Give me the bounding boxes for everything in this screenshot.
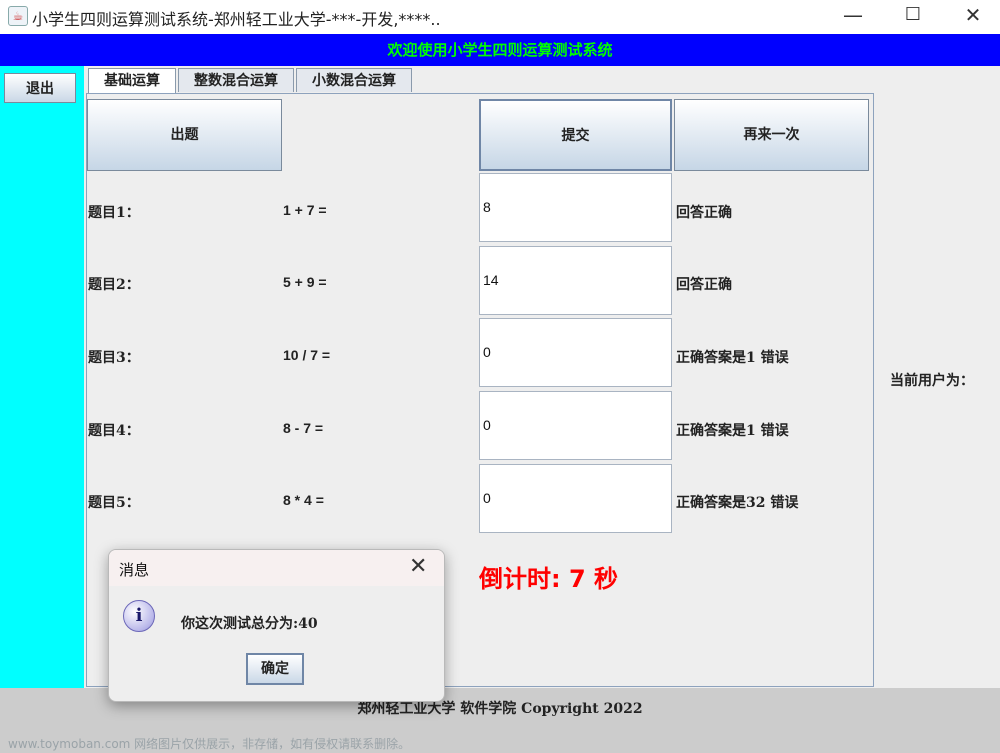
question-label: 题目1： [88, 205, 140, 221]
question-label: 题目2： [88, 277, 140, 293]
welcome-banner: 欢迎使用小学生四则运算测试系统 [0, 34, 1000, 66]
tab-integer-mixed[interactable]: 整数混合运算 [178, 68, 294, 92]
countdown-timer: 倒计时: 7 秒 [479, 565, 619, 593]
window-title: 小学生四则运算测试系统-郑州轻工业大学-***-开发,****.. [32, 10, 441, 29]
generate-button[interactable]: 出题 [87, 99, 282, 171]
answer-field[interactable]: 14 [479, 246, 672, 315]
question-expression: 8 * 4 = [283, 492, 324, 508]
question-label: 题目5： [88, 495, 140, 511]
answer-result: 正确答案是1 错误 [676, 423, 789, 439]
question-expression: 8 - 7 = [283, 420, 324, 436]
dialog-close-icon[interactable]: ✕ [409, 554, 427, 579]
answer-result: 正确答案是1 错误 [676, 350, 789, 366]
question-label: 题目4： [88, 423, 140, 439]
left-sidebar [0, 66, 84, 688]
dialog-message: 你这次测试总分为:40 [181, 616, 318, 632]
retry-button[interactable]: 再来一次 [674, 99, 869, 171]
question-expression: 10 / 7 = [283, 347, 331, 363]
answer-result: 回答正确 [676, 277, 732, 293]
question-expression: 1 + 7 = [283, 202, 327, 218]
answer-field[interactable]: 0 [479, 464, 672, 533]
window-titlebar: ☕ 小学生四则运算测试系统-郑州轻工业大学-***-开发,****.. — ☐ … [0, 0, 1000, 32]
watermark-text: www.toymoban.com 网络图片仅供展示，非存储，如有侵权请联系删除。 [8, 737, 411, 751]
answer-result: 回答正确 [676, 205, 732, 221]
dialog-titlebar [109, 550, 444, 586]
dialog-ok-button[interactable]: 确定 [246, 653, 304, 685]
exit-button[interactable]: 退出 [4, 73, 76, 103]
dialog-title: 消息 [119, 561, 150, 579]
answer-field[interactable]: 8 [479, 173, 672, 242]
answer-field[interactable]: 0 [479, 318, 672, 387]
java-cup-icon: ☕ [8, 6, 28, 26]
message-dialog: 消息 ✕ i 你这次测试总分为:40 确定 [108, 549, 445, 702]
answer-result: 正确答案是32 错误 [676, 495, 799, 511]
info-icon: i [123, 600, 155, 632]
question-label: 题目3： [88, 350, 140, 366]
close-button[interactable]: ✕ [950, 0, 996, 32]
current-user-label: 当前用户为： [890, 373, 974, 389]
minimize-button[interactable]: — [830, 0, 876, 32]
submit-button[interactable]: 提交 [479, 99, 672, 171]
answer-field[interactable]: 0 [479, 391, 672, 460]
tab-basic-arithmetic[interactable]: 基础运算 [88, 68, 176, 95]
question-expression: 5 + 9 = [283, 274, 327, 290]
maximize-button[interactable]: ☐ [890, 0, 936, 32]
tab-decimal-mixed[interactable]: 小数混合运算 [296, 68, 412, 92]
